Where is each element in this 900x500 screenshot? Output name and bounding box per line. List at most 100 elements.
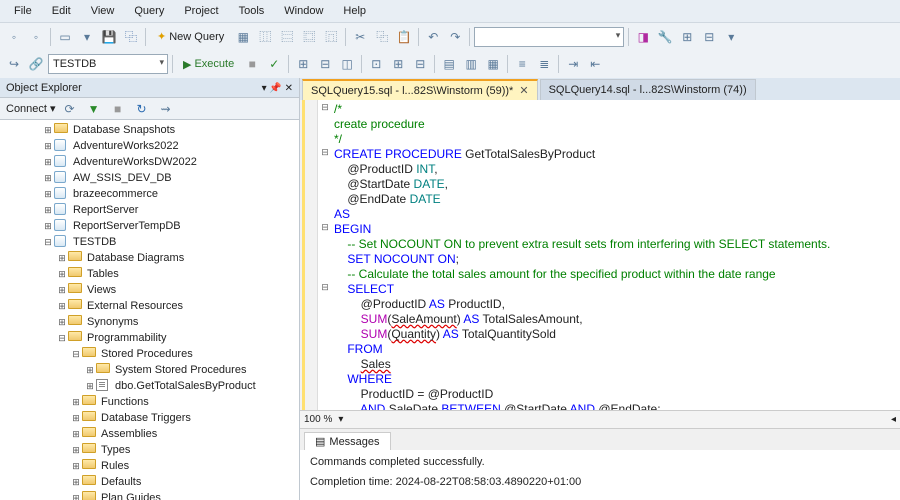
s1-icon[interactable]: ≡: [512, 54, 532, 74]
expand-icon[interactable]: ⊞: [42, 141, 54, 152]
menu-help[interactable]: Help: [333, 3, 376, 19]
tb-icon-2[interactable]: ⿲: [255, 27, 275, 47]
stop-icon[interactable]: ■: [242, 54, 262, 74]
expand-icon[interactable]: ⊞: [70, 429, 82, 440]
undo-icon[interactable]: ↶: [423, 27, 443, 47]
menu-project[interactable]: Project: [174, 3, 228, 19]
r3-icon[interactable]: ▦: [483, 54, 503, 74]
expand-icon[interactable]: ⊞: [70, 493, 82, 500]
tree-node[interactable]: ⊞AdventureWorksDW2022: [0, 154, 299, 170]
redo-icon[interactable]: ↷: [445, 27, 465, 47]
parse-icon[interactable]: ✓: [264, 54, 284, 74]
expand-icon[interactable]: ⊞: [70, 397, 82, 408]
t1-icon[interactable]: ⇥: [563, 54, 583, 74]
database-combo[interactable]: TESTDB: [48, 54, 168, 74]
zoom-level[interactable]: 100 %: [304, 414, 332, 425]
q3-icon[interactable]: ⊟: [410, 54, 430, 74]
tab-inactive[interactable]: SQLQuery14.sql - l...82S\Winstorm (74)): [540, 79, 756, 100]
messages-tab[interactable]: ▤ Messages: [304, 432, 391, 450]
fold-icon[interactable]: ⊟: [320, 102, 330, 113]
oe-sync-icon[interactable]: ↻: [132, 99, 152, 119]
expand-icon[interactable]: ⊞: [42, 205, 54, 216]
tree-node[interactable]: ⊞Database Triggers: [0, 410, 299, 426]
menu-edit[interactable]: Edit: [42, 3, 81, 19]
oe-stop-icon[interactable]: ■: [108, 99, 128, 119]
tb-icon-5[interactable]: ⿵: [321, 27, 341, 47]
tree-node[interactable]: ⊞System Stored Procedures: [0, 362, 299, 378]
nav-fwd[interactable]: ◦: [26, 27, 46, 47]
tree-node[interactable]: ⊞Database Snapshots: [0, 122, 299, 138]
fold-icon[interactable]: ⊟: [320, 282, 330, 293]
tree-node[interactable]: ⊞Types: [0, 442, 299, 458]
execute-button[interactable]: ▶ Execute: [177, 54, 240, 74]
expand-icon[interactable]: ⊞: [56, 301, 68, 312]
oe-refresh-icon[interactable]: ⟳: [60, 99, 80, 119]
tree-node[interactable]: ⊟TESTDB: [0, 234, 299, 250]
cut-icon[interactable]: ✂: [350, 27, 370, 47]
plan-icon[interactable]: ⊞: [293, 54, 313, 74]
tree-node[interactable]: ⊞Plan Guides: [0, 490, 299, 500]
tb-icon-3[interactable]: ⿳: [277, 27, 297, 47]
plan2-icon[interactable]: ⊟: [315, 54, 335, 74]
save-icon[interactable]: 💾: [99, 27, 119, 47]
search-combo[interactable]: [474, 27, 624, 47]
expand-icon[interactable]: ⊟: [56, 333, 68, 344]
use-db-icon[interactable]: ↪: [4, 54, 24, 74]
connect-button[interactable]: Connect ▾: [6, 102, 56, 115]
zoom-dropdown-icon[interactable]: ▾: [338, 414, 343, 425]
stats-icon[interactable]: ◫: [337, 54, 357, 74]
pin-icon[interactable]: ▾ 📌 ✕: [262, 83, 293, 94]
s2-icon[interactable]: ≣: [534, 54, 554, 74]
menu-window[interactable]: Window: [274, 3, 333, 19]
expand-icon[interactable]: ⊞: [42, 173, 54, 184]
tree-node[interactable]: ⊞AdventureWorks2022: [0, 138, 299, 154]
nav-back[interactable]: ◦: [4, 27, 24, 47]
tab-active[interactable]: SQLQuery15.sql - l...82S\Winstorm (59))*…: [302, 79, 538, 100]
copy-icon[interactable]: ⿻: [372, 27, 392, 47]
expand-icon[interactable]: ⊟: [42, 237, 54, 248]
tb-right-2[interactable]: 🔧: [655, 27, 675, 47]
tree-node[interactable]: ⊞Tables: [0, 266, 299, 282]
tree-node[interactable]: ⊞Database Diagrams: [0, 250, 299, 266]
fold-icon[interactable]: ⊟: [320, 222, 330, 233]
menu-file[interactable]: File: [4, 3, 42, 19]
menu-tools[interactable]: Tools: [229, 3, 275, 19]
expand-icon[interactable]: ⊞: [56, 285, 68, 296]
change-conn-icon[interactable]: 🔗: [26, 54, 46, 74]
expand-icon[interactable]: ⊞: [70, 461, 82, 472]
close-icon[interactable]: ✕: [519, 84, 528, 97]
q2-icon[interactable]: ⊞: [388, 54, 408, 74]
tree-node[interactable]: ⊟Programmability: [0, 330, 299, 346]
tree-node[interactable]: ⊞AW_SSIS_DEV_DB: [0, 170, 299, 186]
code-editor[interactable]: ⊟/*create procedure*/⊟CREATE PROCEDURE G…: [300, 100, 900, 410]
tree-node[interactable]: ⊞Views: [0, 282, 299, 298]
new-query-button[interactable]: ✦ New Query: [150, 27, 231, 47]
tree-node[interactable]: ⊞Defaults: [0, 474, 299, 490]
expand-icon[interactable]: ⊞: [70, 445, 82, 456]
expand-icon[interactable]: ⊞: [84, 365, 96, 376]
tree-node[interactable]: ⊞Functions: [0, 394, 299, 410]
new-icon[interactable]: ▭: [55, 27, 75, 47]
expand-icon[interactable]: ⊞: [42, 221, 54, 232]
tb-icon-4[interactable]: ⿴: [299, 27, 319, 47]
tree-node[interactable]: ⊞dbo.GetTotalSalesByProduct: [0, 378, 299, 394]
menu-view[interactable]: View: [81, 3, 125, 19]
tree-node[interactable]: ⊞ReportServer: [0, 202, 299, 218]
tb-right-4[interactable]: ⊟: [699, 27, 719, 47]
expand-icon[interactable]: ⊞: [56, 269, 68, 280]
expand-icon[interactable]: ⊞: [42, 125, 54, 136]
r2-icon[interactable]: ▥: [461, 54, 481, 74]
tb-right-3[interactable]: ⊞: [677, 27, 697, 47]
oe-filter-icon[interactable]: ▼: [84, 99, 104, 119]
scroll-left-icon[interactable]: ◂: [891, 414, 896, 425]
menu-query[interactable]: Query: [124, 3, 174, 19]
tree-node[interactable]: ⊞Assemblies: [0, 426, 299, 442]
tree-node[interactable]: ⊞brazeecommerce: [0, 186, 299, 202]
object-explorer-tree[interactable]: ⊞Database Snapshots⊞AdventureWorks2022⊞A…: [0, 120, 299, 500]
open-icon[interactable]: ▾: [77, 27, 97, 47]
tree-node[interactable]: ⊞Rules: [0, 458, 299, 474]
oe-activity-icon[interactable]: ⇝: [156, 99, 176, 119]
expand-icon[interactable]: ⊟: [70, 349, 82, 360]
tb-right-5[interactable]: ▾: [721, 27, 741, 47]
expand-icon[interactable]: ⊞: [70, 413, 82, 424]
